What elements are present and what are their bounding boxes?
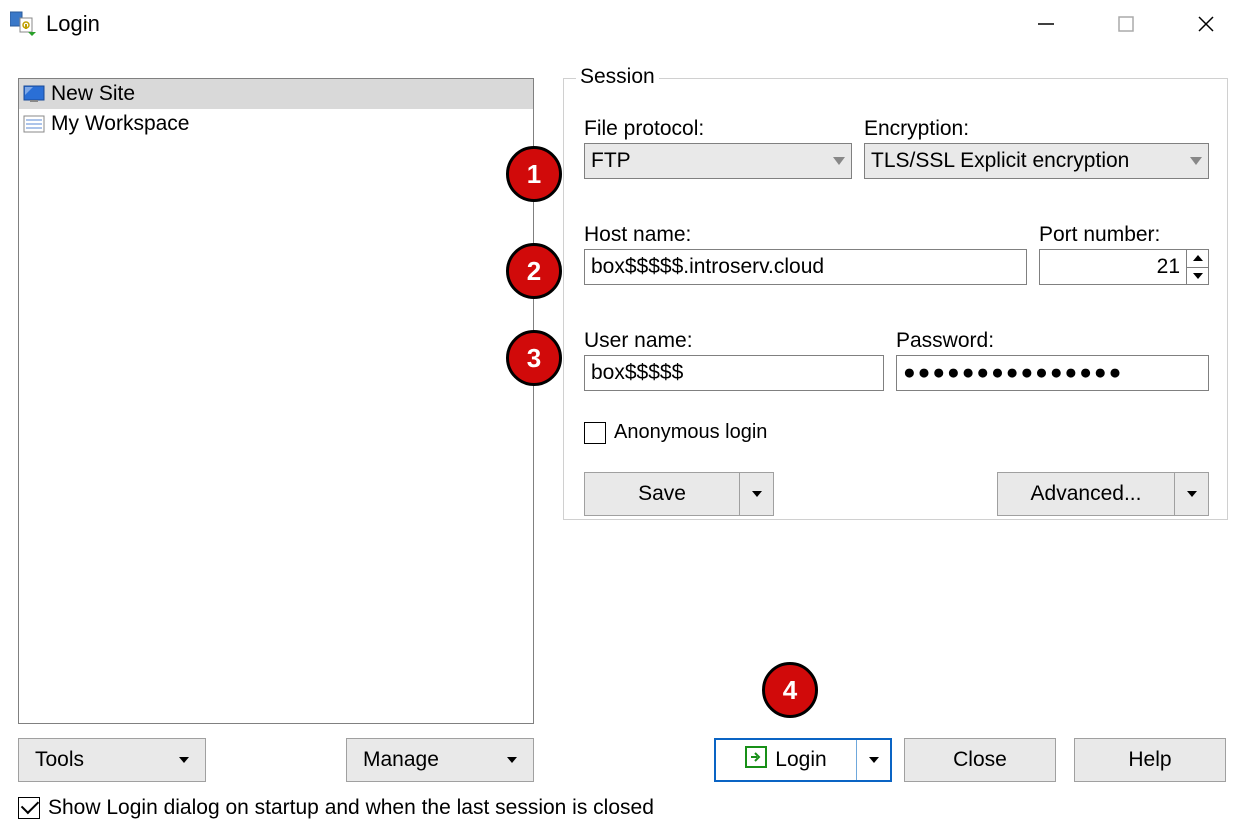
host-input[interactable]: box$$$$$.introserv.cloud <box>584 249 1027 285</box>
window-controls <box>1006 0 1246 48</box>
username-label: User name: <box>584 327 884 355</box>
encryption-value: TLS/SSL Explicit encryption <box>871 149 1129 173</box>
tools-label: Tools <box>35 748 84 772</box>
password-label: Password: <box>896 327 1209 355</box>
tools-button[interactable]: Tools <box>18 738 206 782</box>
chevron-down-icon <box>1190 157 1202 165</box>
startup-label: Show Login dialog on startup and when th… <box>48 796 654 820</box>
sites-list[interactable]: New Site My Workspace <box>18 78 534 724</box>
annotation-step-1: 1 <box>506 146 562 202</box>
login-icon <box>745 746 767 774</box>
username-value: box$$$$$ <box>591 361 683 385</box>
login-dropdown-arrow[interactable] <box>856 740 890 780</box>
encryption-select[interactable]: TLS/SSL Explicit encryption <box>864 143 1209 179</box>
chevron-down-icon <box>179 757 189 763</box>
file-protocol-label: File protocol: <box>584 115 852 143</box>
chevron-down-icon <box>507 757 517 763</box>
site-item-label: New Site <box>51 82 135 106</box>
save-button-label: Save <box>585 473 739 515</box>
manage-label: Manage <box>363 748 439 772</box>
session-legend: Session <box>576 65 659 89</box>
login-button[interactable]: Login <box>714 738 892 782</box>
chevron-down-icon <box>833 157 845 165</box>
spinner-down-icon[interactable] <box>1187 268 1208 285</box>
minimize-button[interactable] <box>1006 0 1086 48</box>
port-label: Port number: <box>1039 221 1209 249</box>
save-button[interactable]: Save <box>584 472 774 516</box>
startup-checkbox-row: Show Login dialog on startup and when th… <box>18 796 654 820</box>
site-item-new-site[interactable]: New Site <box>19 79 533 109</box>
window-title: Login <box>46 11 100 37</box>
advanced-button-label: Advanced... <box>998 473 1174 515</box>
session-group: Session File protocol: FTP Encryption: T… <box>563 78 1228 520</box>
help-label: Help <box>1128 748 1171 772</box>
password-value: ●●●●●●●●●●●●●●● <box>903 361 1123 385</box>
startup-checkbox[interactable] <box>18 797 40 819</box>
port-spinner[interactable] <box>1187 249 1209 285</box>
password-input[interactable]: ●●●●●●●●●●●●●●● <box>896 355 1209 391</box>
spinner-up-icon[interactable] <box>1187 250 1208 268</box>
help-button[interactable]: Help <box>1074 738 1226 782</box>
site-item-my-workspace[interactable]: My Workspace <box>19 109 533 139</box>
titlebar: Login <box>0 0 1246 48</box>
host-label: Host name: <box>584 221 1027 249</box>
close-label: Close <box>953 748 1007 772</box>
manage-button[interactable]: Manage <box>346 738 534 782</box>
port-value: 21 <box>1157 255 1180 279</box>
annotation-step-2: 2 <box>506 243 562 299</box>
close-button[interactable]: Close <box>904 738 1056 782</box>
annotation-step-4: 4 <box>762 662 818 718</box>
login-label: Login <box>775 748 826 772</box>
monitor-icon <box>23 85 45 103</box>
save-dropdown-arrow[interactable] <box>739 473 773 515</box>
username-input[interactable]: box$$$$$ <box>584 355 884 391</box>
maximize-button[interactable] <box>1086 0 1166 48</box>
dialog-body: New Site My Workspace Session File proto… <box>18 78 1228 818</box>
anonymous-checkbox[interactable] <box>584 422 606 444</box>
encryption-label: Encryption: <box>864 115 1209 143</box>
port-input[interactable]: 21 <box>1039 249 1187 285</box>
host-value: box$$$$$.introserv.cloud <box>591 255 824 279</box>
chevron-down-icon <box>752 491 762 497</box>
advanced-dropdown-arrow[interactable] <box>1174 473 1208 515</box>
anonymous-label: Anonymous login <box>614 421 767 444</box>
site-item-label: My Workspace <box>51 112 189 136</box>
close-window-button[interactable] <box>1166 0 1246 48</box>
annotation-step-3: 3 <box>506 330 562 386</box>
app-icon <box>10 10 38 38</box>
file-protocol-value: FTP <box>591 149 631 173</box>
list-icon <box>23 115 45 133</box>
chevron-down-icon <box>1187 491 1197 497</box>
chevron-down-icon <box>869 757 879 763</box>
advanced-button[interactable]: Advanced... <box>997 472 1209 516</box>
file-protocol-select[interactable]: FTP <box>584 143 852 179</box>
